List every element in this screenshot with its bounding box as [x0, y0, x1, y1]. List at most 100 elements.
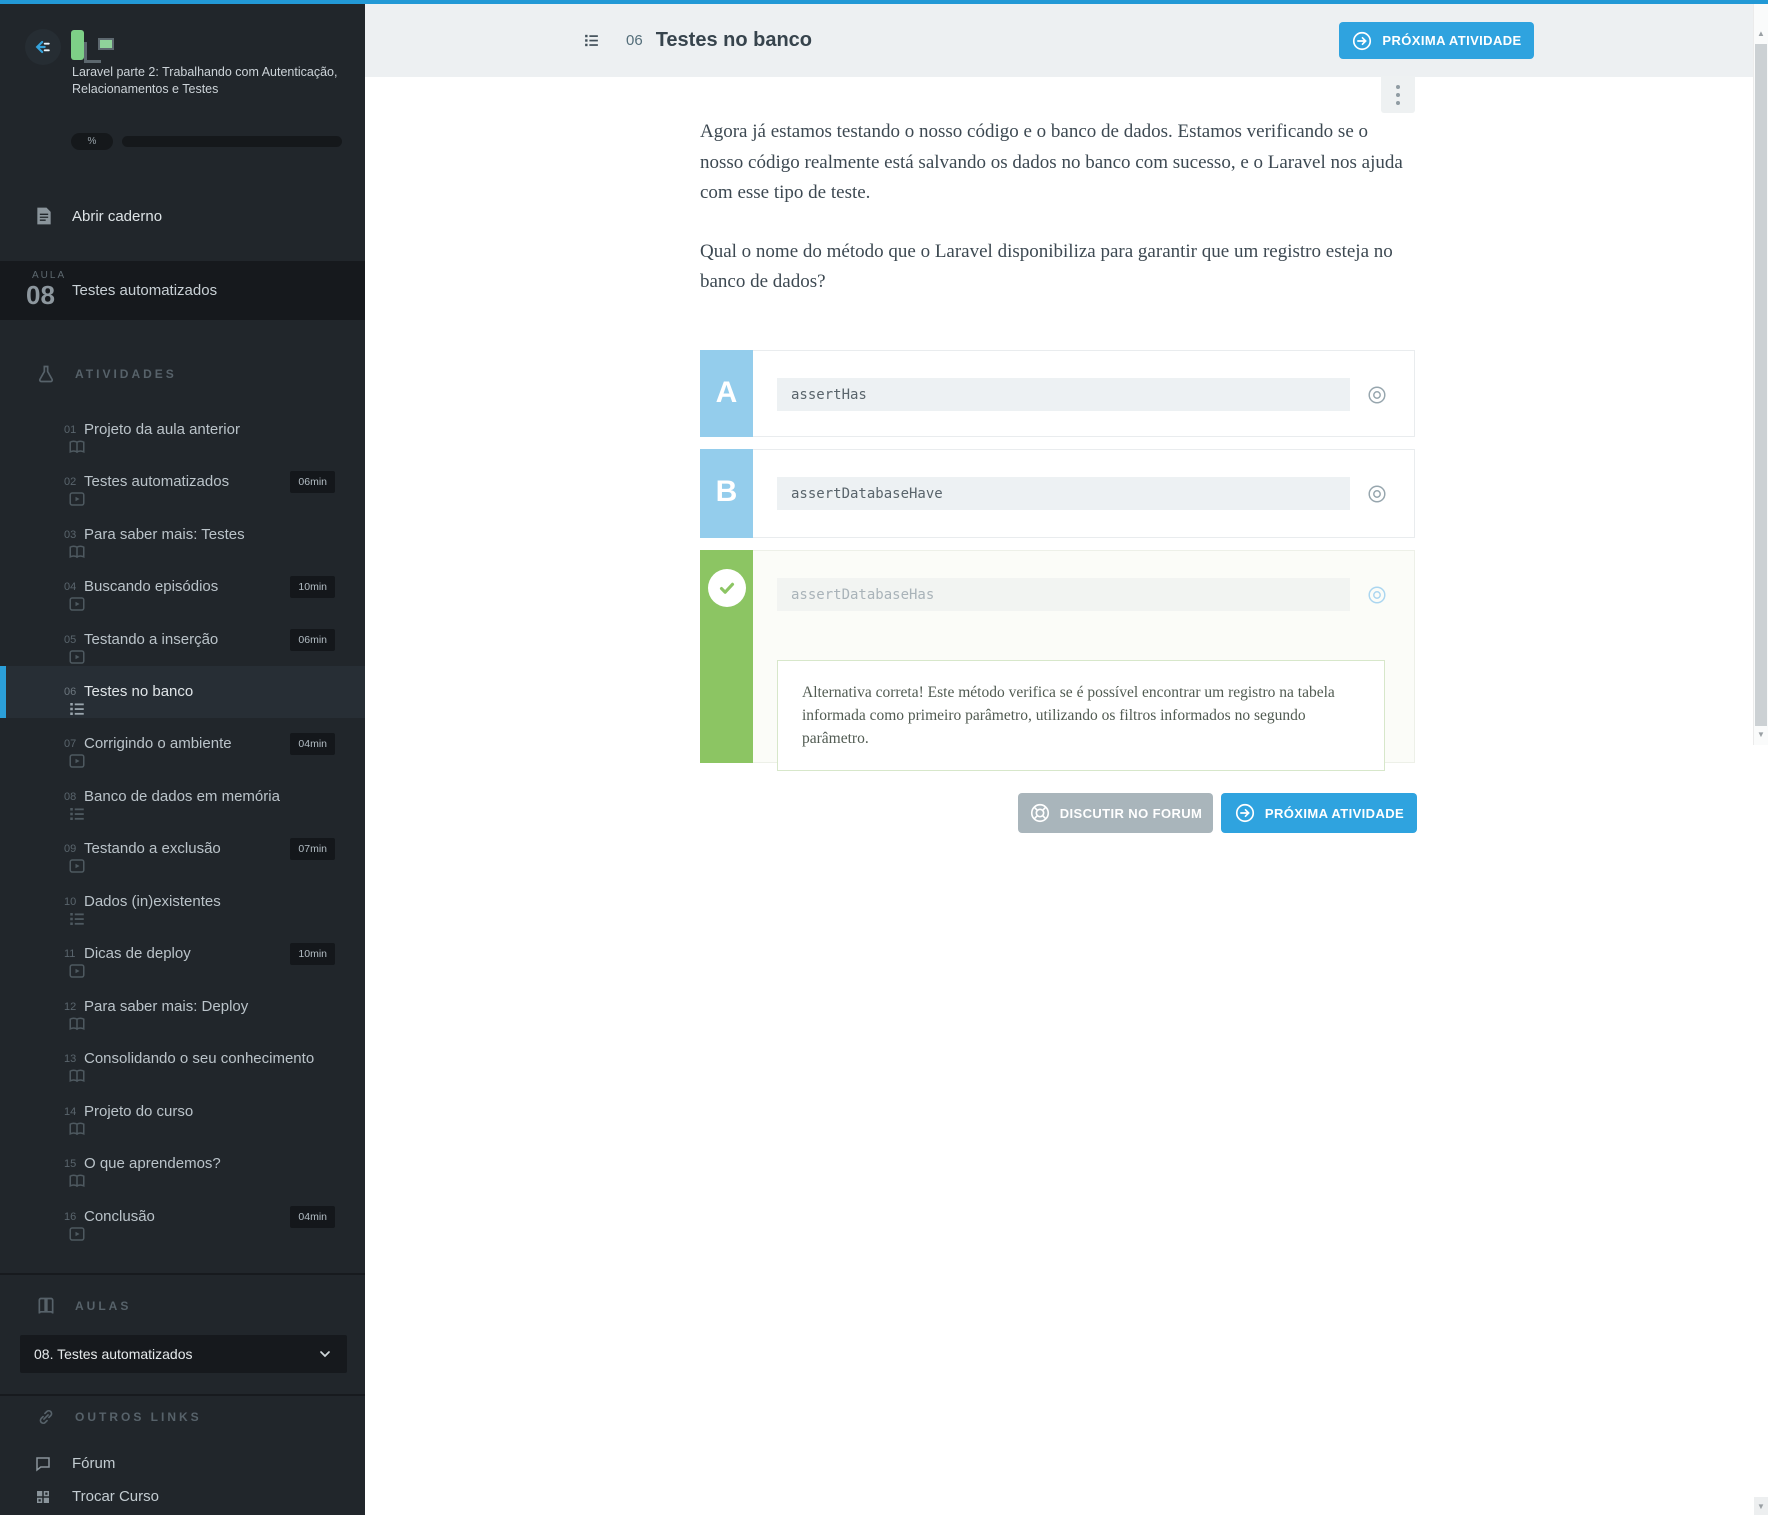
sidebar-activity-07[interactable]: 07 Corrigindo o ambiente 04min: [0, 718, 365, 770]
footer-actions: DISCUTIR NO FORUM PRÓXIMA ATIVIDADE: [700, 793, 1417, 833]
divider: [0, 1394, 365, 1396]
scroll-down-arrow[interactable]: ▼: [1754, 727, 1768, 741]
activity-label: Testes automatizados: [84, 473, 230, 490]
activity-label: Conclusão: [84, 1208, 155, 1225]
next-activity-button-bottom[interactable]: PRÓXIMA ATIVIDADE: [1221, 793, 1417, 833]
sidebar-item-forum[interactable]: Fórum: [0, 1447, 365, 1480]
duration-badge: 10min: [290, 576, 335, 598]
activity-label: Dicas de deploy: [84, 945, 191, 962]
eye-icon[interactable]: [1366, 384, 1388, 406]
task-header: 06 Testes no banco PRÓXIMA ATIVIDADE: [365, 4, 1754, 77]
activity-number: 16: [64, 1211, 77, 1223]
answer-field: assertDatabaseHave: [777, 477, 1350, 510]
course-logo: [71, 30, 117, 66]
sidebar-activity-04[interactable]: 04 Buscando episódios 10min: [0, 561, 365, 613]
sidebar-activity-09[interactable]: 09 Testando a exclusão 07min: [0, 823, 365, 875]
task-main-area: 06 Testes no banco PRÓXIMA ATIVIDADE Ago…: [365, 4, 1754, 1515]
task-content: Agora já estamos testando o nosso código…: [365, 77, 1754, 1515]
activity-number: 03: [64, 529, 77, 541]
sidebar-activity-10[interactable]: 10 Dados (in)existentes: [0, 876, 365, 928]
activity-number: 13: [64, 1053, 77, 1065]
lifebuoy-icon: [1030, 803, 1049, 823]
sidebar-activity-06[interactable]: 06 Testes no banco: [0, 666, 365, 718]
option-letter: A: [700, 350, 753, 437]
option-b[interactable]: BassertDatabaseHave: [700, 449, 1415, 538]
sidebar-activity-15[interactable]: 15 O que aprendemos?: [0, 1138, 365, 1190]
sidebar-item-trocar-curso[interactable]: Trocar Curso: [0, 1480, 365, 1513]
sidebar-activity-01[interactable]: 01 Projeto da aula anterior: [0, 404, 365, 456]
sidebar-activity-13[interactable]: 13 Consolidando o seu conhecimento: [0, 1033, 365, 1085]
sidebar-activity-16[interactable]: 16 Conclusão 04min: [0, 1191, 365, 1243]
answer-field: assertHas: [777, 378, 1350, 411]
activity-number: 05: [64, 634, 77, 646]
video-icon: [34, 578, 85, 611]
activity-label: Consolidando o seu conhecimento: [84, 1050, 315, 1067]
eye-icon[interactable]: [1366, 584, 1388, 606]
open-notebook-button[interactable]: Abrir caderno: [0, 194, 365, 238]
next-activity-button-top[interactable]: PRÓXIMA ATIVIDADE: [1339, 22, 1534, 59]
quiz-list-icon: [585, 34, 598, 47]
video-icon: [34, 945, 85, 978]
quiz-icon: [34, 788, 84, 820]
duration-badge: 06min: [290, 471, 335, 493]
grid-icon: [37, 1490, 49, 1503]
sidebar-activity-02[interactable]: 02 Testes automatizados 06min: [0, 456, 365, 508]
activity-label: Corrigindo o ambiente: [84, 735, 232, 752]
collapse-sidebar-button[interactable]: [25, 29, 61, 65]
arrow-circle-right-icon: [1235, 803, 1254, 823]
book-icon: [34, 1050, 85, 1083]
open-notebook-label: Abrir caderno: [72, 207, 163, 225]
sidebar-activity-14[interactable]: 14 Projeto do curso: [0, 1086, 365, 1138]
option-correct[interactable]: assertDatabaseHas Alternativa correta! Es…: [700, 550, 1415, 771]
option-a[interactable]: AassertHas: [700, 350, 1415, 437]
scrollbar-thumb[interactable]: [1755, 44, 1767, 726]
link-icon: [39, 1409, 53, 1425]
check-icon: [707, 569, 746, 607]
activity-label: Testes no banco: [84, 683, 194, 700]
quiz-icon: [34, 893, 84, 925]
book-icon: [34, 526, 85, 559]
activity-number: 01: [64, 424, 77, 436]
feedback-text: Alternativa correta! Este método verific…: [777, 660, 1385, 771]
trocar-curso-link-label: Trocar Curso: [72, 1488, 159, 1505]
activity-number: 14: [64, 1106, 77, 1118]
sidebar-activity-12[interactable]: 12 Para saber mais: Deploy: [0, 981, 365, 1033]
flask-icon: [38, 365, 54, 383]
video-icon: [34, 631, 85, 664]
activities-section-label: ATIVIDADES: [75, 367, 177, 381]
document-icon: [37, 207, 51, 225]
video-icon: [34, 735, 85, 768]
progress-percent-pill: %: [71, 133, 113, 150]
aulas-section-label: AULAS: [75, 1299, 132, 1313]
sidebar-activity-08[interactable]: 08 Banco de dados em memória: [0, 771, 365, 823]
page-scrollbar[interactable]: ▲ ▼: [1753, 4, 1768, 745]
eye-icon[interactable]: [1366, 483, 1388, 505]
lesson-select-value: 08. Testes automatizados: [34, 1346, 193, 1362]
option-letter: B: [700, 449, 753, 538]
activity-number: 15: [64, 1158, 77, 1170]
other-links-section-label: OUTROS LINKS: [75, 1410, 202, 1424]
activity-number: 12: [64, 1001, 77, 1013]
question-paragraph: Qual o nome do método que o Laravel disp…: [700, 240, 1393, 293]
activity-number: 08: [64, 791, 77, 803]
progress-bar: [122, 136, 342, 147]
activity-label: Projeto do curso: [84, 1103, 194, 1120]
activity-number: 10: [64, 896, 77, 908]
top-accent-bar: [0, 0, 1768, 4]
sidebar-activity-05[interactable]: 05 Testando a inserção 06min: [0, 614, 365, 666]
duration-badge: 06min: [290, 629, 335, 651]
scroll-up-arrow[interactable]: ▲: [1754, 26, 1768, 40]
sidebar-activity-11[interactable]: 11 Dicas de deploy 10min: [0, 928, 365, 980]
activity-label: Testando a exclusão: [84, 840, 221, 857]
forum-link-label: Fórum: [72, 1455, 116, 1472]
other-links-section-header: OUTROS LINKS: [0, 1405, 365, 1429]
options-list: AassertHas BassertDatabaseHave assertDatab…: [700, 350, 1415, 775]
question-paragraph: Agora já estamos testando o nosso código…: [700, 121, 1403, 203]
discuss-forum-button[interactable]: DISCUTIR NO FORUM: [1018, 793, 1213, 833]
book-icon: [34, 998, 85, 1031]
sidebar-activity-03[interactable]: 03 Para saber mais: Testes: [0, 509, 365, 561]
lesson-select-dropdown[interactable]: 08. Testes automatizados: [20, 1335, 347, 1373]
current-lesson-badge: AULA 08 Testes automatizados: [0, 261, 365, 320]
chat-icon: [36, 1456, 50, 1472]
video-icon: [34, 1208, 85, 1241]
